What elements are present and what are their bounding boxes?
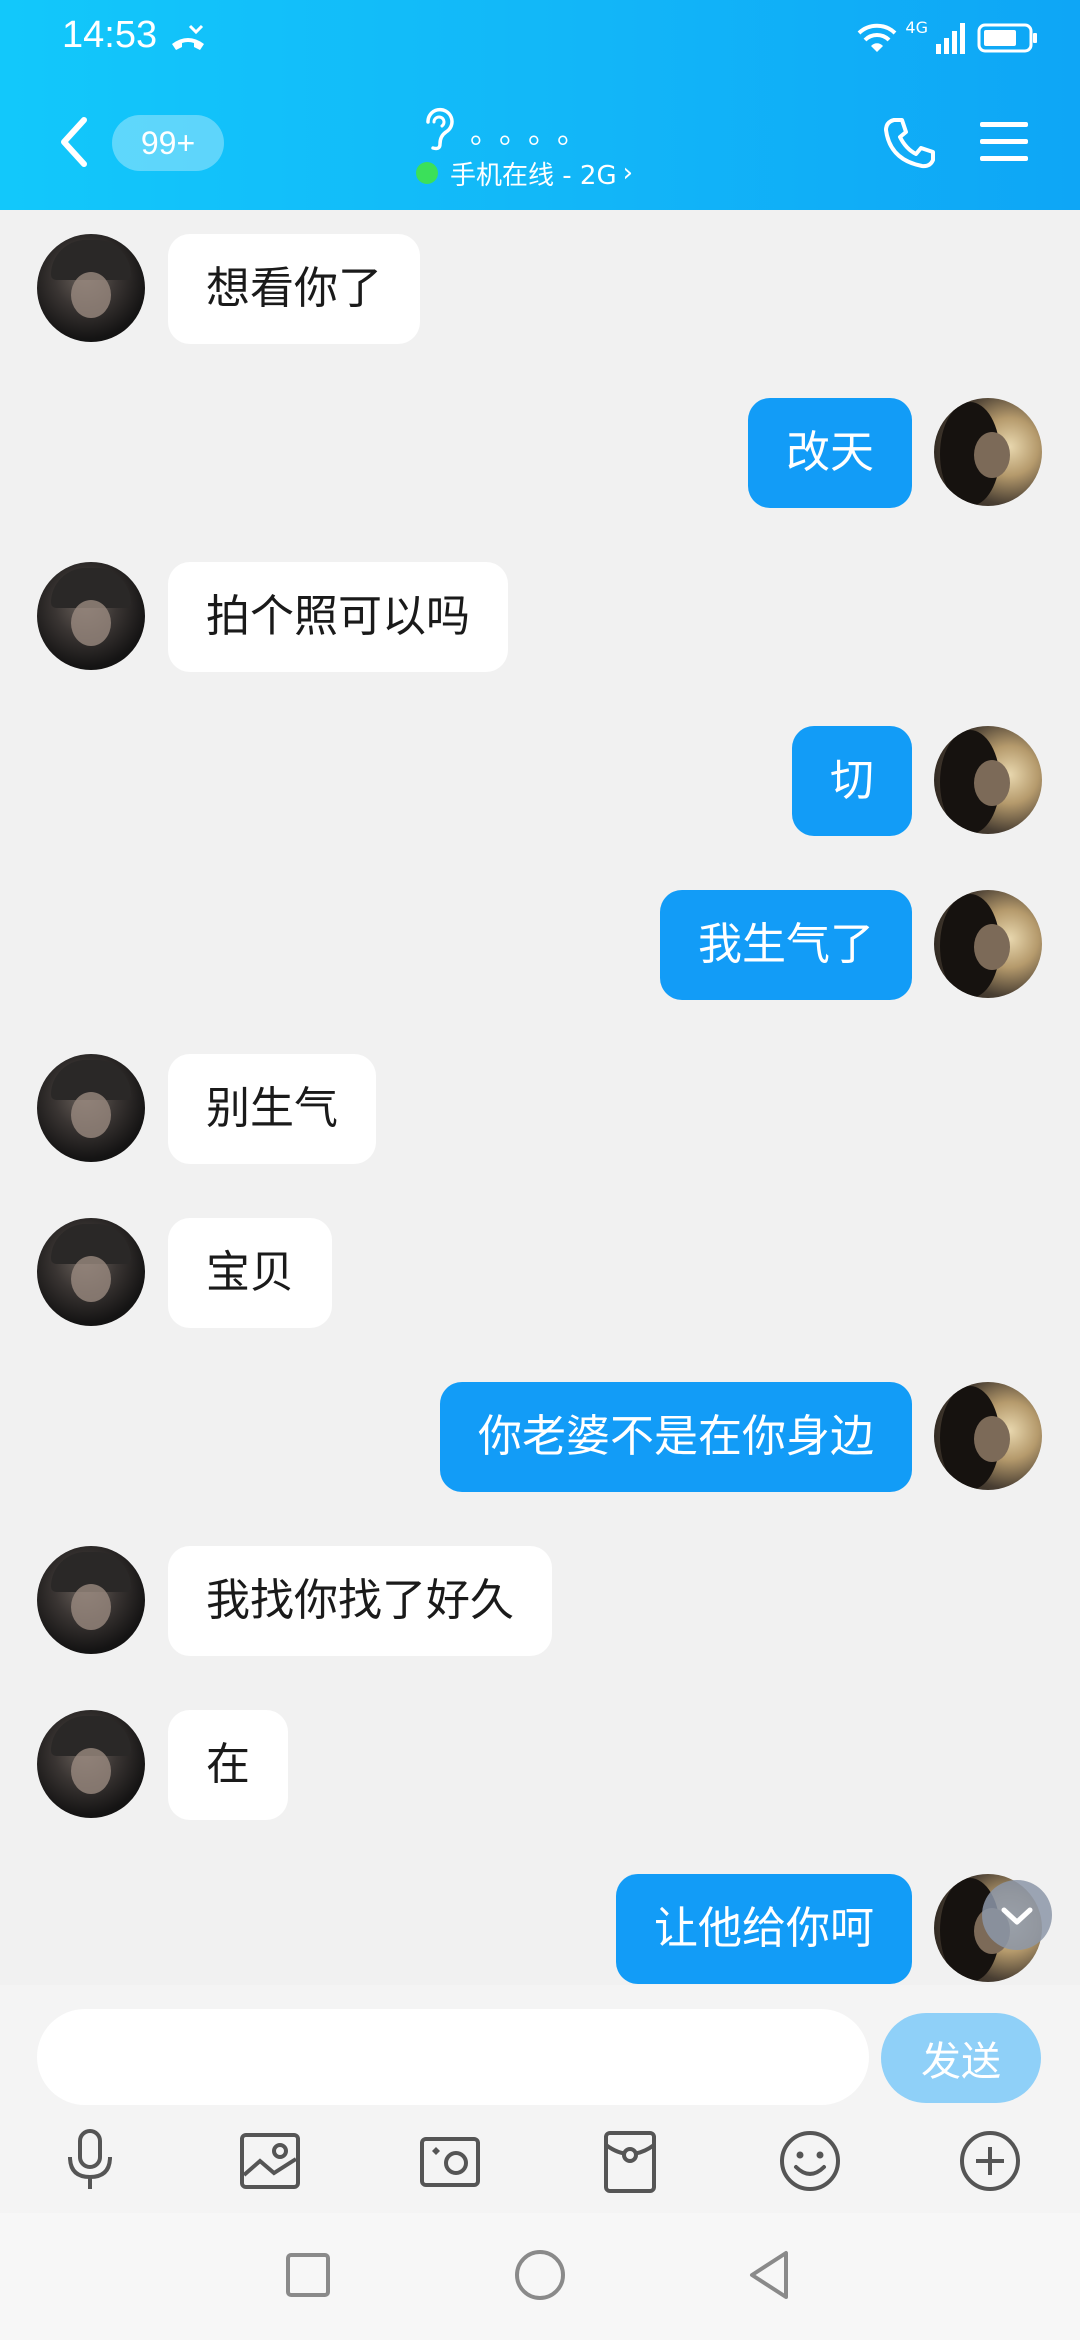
message-bubble[interactable]: 拍个照可以吗: [168, 562, 508, 672]
message-bubble[interactable]: 我找你找了好久: [168, 1546, 552, 1656]
my-avatar[interactable]: [934, 398, 1042, 506]
menu-icon[interactable]: [978, 118, 1030, 166]
message-row: 拍个照可以吗: [0, 562, 1080, 674]
message-row: 你老婆不是在你身边: [0, 1382, 1080, 1494]
message-bubble[interactable]: 在: [168, 1710, 288, 1820]
online-status-text: 手机在线 - 2G: [450, 160, 617, 191]
message-list[interactable]: 想看你了 改天 拍个照可以吗 切 我生气了 别生气 宝贝 你老婆不是在你身边 我…: [0, 210, 1080, 1985]
contact-avatar[interactable]: [37, 1218, 145, 1326]
status-icons: 4G: [855, 18, 1040, 58]
send-button[interactable]: 发送: [881, 2013, 1041, 2103]
contact-avatar[interactable]: [37, 562, 145, 670]
red-packet-icon[interactable]: [594, 2125, 666, 2197]
message-bubble[interactable]: 切: [792, 726, 912, 836]
wifi-icon: [858, 23, 897, 52]
battery-icon: [977, 23, 1037, 53]
online-dot: [416, 162, 438, 184]
message-input[interactable]: [37, 2009, 869, 2105]
message-bubble[interactable]: 别生气: [168, 1054, 376, 1164]
contact-title[interactable]: 。。。。: [410, 104, 690, 154]
message-row: 改天: [0, 398, 1080, 510]
recent-apps-icon[interactable]: [278, 2245, 338, 2305]
message-row: 让他给你呵: [0, 1874, 1080, 1985]
home-icon[interactable]: [510, 2245, 570, 2305]
camera-icon[interactable]: [414, 2125, 486, 2197]
unread-count-badge[interactable]: 99+: [112, 115, 224, 171]
contact-avatar[interactable]: [37, 234, 145, 342]
emoji-icon[interactable]: [774, 2125, 846, 2197]
composer: 发送: [0, 1985, 1080, 2213]
message-row: 在: [0, 1710, 1080, 1822]
my-avatar[interactable]: [934, 890, 1042, 998]
chevron-down-icon: [1001, 1907, 1033, 1925]
chevron-right-icon: ›: [622, 158, 634, 188]
chat-header: 14:53 4G 99+ 。。。。 手机在线 - 2G ›: [0, 0, 1080, 210]
message-row: 我找你找了好久: [0, 1546, 1080, 1658]
ear-icon: [426, 107, 454, 151]
back-triangle-icon[interactable]: [740, 2245, 800, 2305]
scroll-to-bottom-button[interactable]: [982, 1880, 1052, 1950]
message-bubble[interactable]: 让他给你呵: [616, 1874, 912, 1984]
status-time: 14:53: [62, 14, 158, 56]
message-bubble[interactable]: 宝贝: [168, 1218, 332, 1328]
message-bubble[interactable]: 你老婆不是在你身边: [440, 1382, 912, 1492]
image-icon[interactable]: [234, 2125, 306, 2197]
my-avatar[interactable]: [934, 726, 1042, 834]
online-status[interactable]: 手机在线 - 2G ›: [416, 156, 634, 191]
contact-avatar[interactable]: [37, 1054, 145, 1162]
missed-call-icon: [172, 24, 204, 50]
message-bubble[interactable]: 改天: [748, 398, 912, 508]
back-icon[interactable]: [54, 112, 94, 172]
system-navigation-bar: [0, 2213, 1080, 2340]
my-avatar[interactable]: [934, 1382, 1042, 1490]
message-row: 宝贝: [0, 1218, 1080, 1330]
message-row: 想看你了: [0, 234, 1080, 346]
phone-icon[interactable]: [880, 114, 938, 172]
network-type: 4G: [905, 18, 928, 37]
plus-icon[interactable]: [954, 2125, 1026, 2197]
microphone-icon[interactable]: [54, 2125, 126, 2197]
message-bubble[interactable]: 想看你了: [168, 234, 420, 344]
message-bubble[interactable]: 我生气了: [660, 890, 912, 1000]
message-row: 别生气: [0, 1054, 1080, 1166]
contact-avatar[interactable]: [37, 1546, 145, 1654]
signal-icon: [936, 23, 965, 54]
contact-name: 。。。。: [470, 117, 601, 150]
message-row: 我生气了: [0, 890, 1080, 1002]
message-row: 切: [0, 726, 1080, 838]
contact-avatar[interactable]: [37, 1710, 145, 1818]
